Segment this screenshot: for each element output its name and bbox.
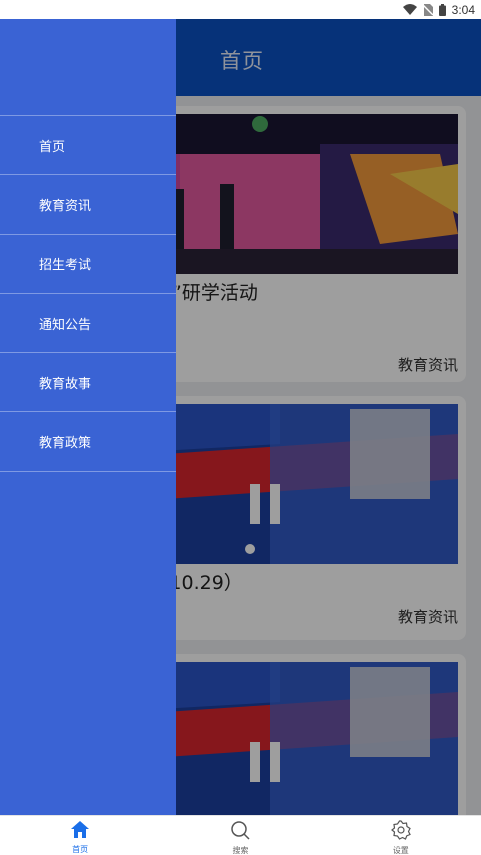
drawer-item-home[interactable]: 首页 (0, 116, 176, 176)
tab-search[interactable]: 搜索 (160, 816, 320, 855)
search-icon (230, 820, 251, 844)
bottom-tab-bar: 首页 搜索 设置 (0, 815, 481, 855)
home-icon (70, 820, 90, 843)
drawer-item-admissions-exams[interactable]: 招生考试 (0, 235, 176, 294)
drawer-menu: 首页 教育资讯 招生考试 通知公告 教育故事 教育政策 (0, 115, 176, 472)
tab-label: 搜索 (232, 846, 249, 855)
battery-icon (438, 3, 446, 16)
drawer-item-education-policy[interactable]: 教育政策 (0, 412, 176, 472)
no-sim-icon (422, 3, 433, 16)
screen: 3:04 首页 教育资讯 教育资讯 首页 教育资讯 招生考试 通知公告 教育故事… (0, 0, 481, 855)
status-bar: 3:04 (0, 0, 481, 19)
tab-label: 首页 (72, 845, 89, 854)
wifi-icon (402, 4, 417, 15)
drawer-item-education-news[interactable]: 教育资讯 (0, 175, 176, 235)
status-time: 3:04 (451, 2, 475, 17)
navigation-drawer: 首页 教育资讯 招生考试 通知公告 教育故事 教育政策 (0, 19, 176, 815)
drawer-item-notices[interactable]: 通知公告 (0, 294, 176, 354)
tab-home[interactable]: 首页 (0, 816, 160, 855)
drawer-item-education-stories[interactable]: 教育故事 (0, 353, 176, 413)
gear-icon (390, 820, 411, 844)
tab-settings[interactable]: 设置 (321, 816, 481, 855)
tab-label: 设置 (392, 846, 409, 855)
